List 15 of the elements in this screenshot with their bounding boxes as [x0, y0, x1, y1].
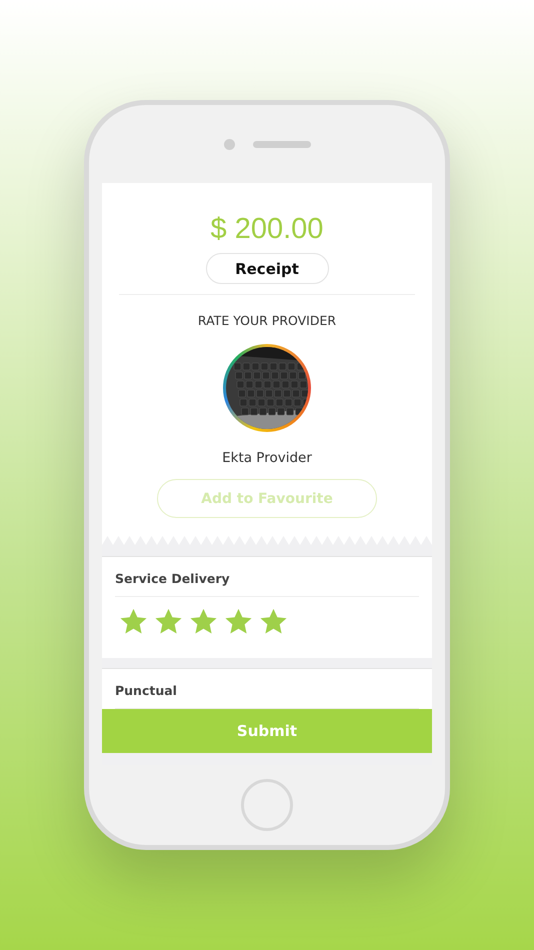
star-icon[interactable] — [224, 607, 253, 636]
camera-dot — [224, 138, 234, 150]
home-button[interactable] — [241, 779, 293, 831]
star-icon[interactable] — [189, 607, 218, 636]
rate-heading: RATE YOUR PROVIDER — [198, 313, 336, 328]
speaker-grille — [252, 140, 310, 148]
provider-name: Ekta Provider — [222, 450, 312, 466]
star-icon[interactable] — [154, 607, 183, 636]
star-icon[interactable] — [259, 607, 288, 636]
star-icon[interactable] — [119, 607, 148, 636]
submit-button[interactable]: Submit — [102, 709, 432, 753]
total-amount: $ 200.00 — [210, 212, 324, 247]
receipt-button[interactable]: Receipt — [206, 253, 328, 284]
rating-label: Service Delivery — [115, 557, 419, 597]
favourite-button[interactable]: Add to Favourite — [157, 479, 377, 518]
